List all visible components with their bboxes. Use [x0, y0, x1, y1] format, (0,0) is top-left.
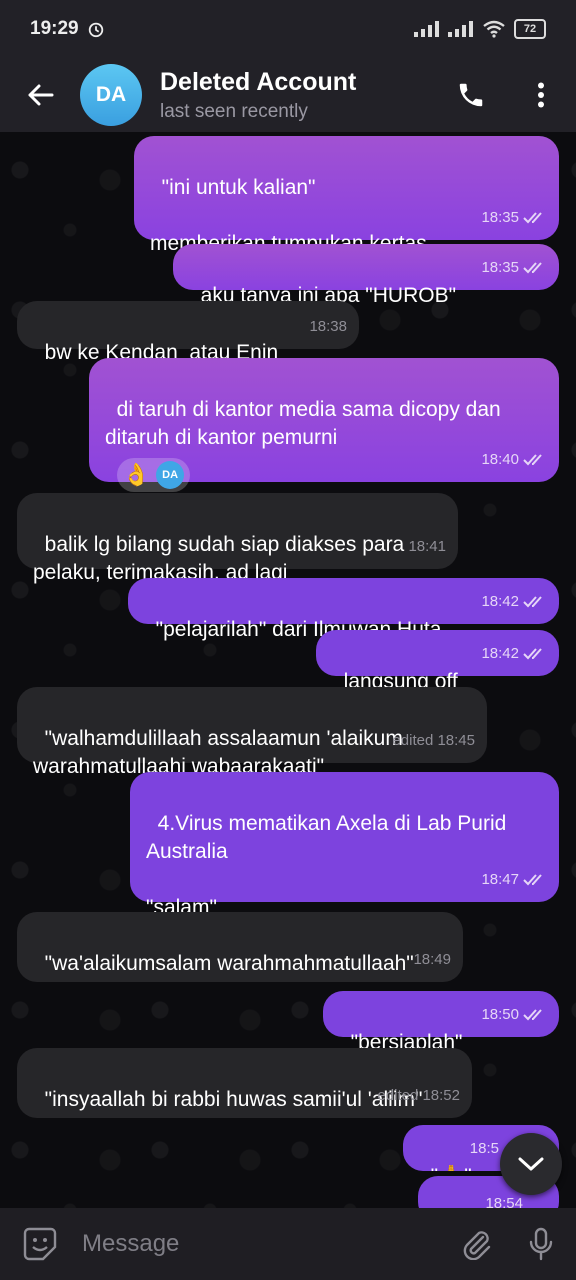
back-arrow-icon	[28, 84, 54, 106]
message-meta: edited 18:52	[377, 1082, 460, 1110]
message-time: edited 18:45	[392, 732, 475, 749]
status-bar: 19:29 72	[0, 0, 576, 58]
message-meta: 18:50	[481, 1001, 547, 1029]
message-time: 18:41	[408, 538, 446, 555]
message-meta: 18:40	[481, 446, 547, 474]
status-icons: 72	[414, 19, 546, 39]
attach-button[interactable]	[446, 1228, 506, 1260]
message-meta: 18:49	[413, 946, 451, 974]
microphone-icon	[529, 1227, 553, 1261]
message-meta: 18:41	[408, 533, 446, 561]
double-check-icon	[523, 874, 542, 886]
message-outgoing[interactable]: "bersiaplah" 18:50	[323, 991, 559, 1054]
reaction-avatar: DA	[156, 461, 185, 489]
message-input[interactable]	[80, 1229, 446, 1259]
message-time: 18:42	[481, 645, 519, 662]
message-text: "🙏"	[431, 1165, 472, 1171]
double-check-icon	[523, 454, 542, 466]
message-outgoing[interactable]: 4.Virus mematikan Axela di Lab Purid Aus…	[130, 772, 559, 919]
message-time: 18:35	[481, 259, 519, 276]
message-meta: 18:35	[481, 254, 547, 282]
message-time: edited 18:52	[377, 1087, 460, 1104]
double-check-icon	[523, 1009, 542, 1021]
message-time: 18:42	[481, 593, 519, 610]
message-text: "wa'alaikumsalam warahmahmatullaah"	[44, 952, 414, 975]
message-meta: 18:42	[481, 640, 547, 668]
message-meta: 18:35	[481, 204, 547, 232]
message-incoming[interactable]: "walhamdulillaah assalaamun 'alaikum war…	[17, 687, 487, 778]
message-outgoing[interactable]: langsung off 18:42	[316, 630, 559, 693]
message-time: 18:50	[481, 1006, 519, 1023]
message-incoming[interactable]: bw ke Kendan atau Enin 18:38	[17, 301, 359, 364]
message-text: di taruh di kantor media sama dicopy dan…	[105, 398, 507, 449]
status-time: 19:29	[30, 18, 79, 39]
reaction-badge[interactable]: 👌 DA	[116, 458, 191, 492]
message-outgoing[interactable]: di taruh di kantor media sama dicopy dan…	[89, 358, 559, 492]
double-check-icon	[523, 648, 542, 660]
scroll-to-bottom-button[interactable]	[500, 1133, 562, 1195]
message-incoming[interactable]: balik lg bilang sudah siap diakses para …	[17, 493, 458, 584]
battery-indicator: 72	[514, 19, 546, 39]
contact-name: Deleted Account	[160, 67, 357, 96]
more-options-button[interactable]	[520, 74, 562, 116]
alarm-icon	[88, 22, 103, 38]
message-text: "insyaallah bi rabbi huwas samii'ul 'ali…	[44, 1088, 423, 1111]
reaction-emoji: 👌	[122, 462, 151, 487]
message-outgoing[interactable]: aku tanya ini apa "HUROB" 18:35	[173, 244, 559, 307]
paperclip-icon	[463, 1231, 491, 1260]
back-button[interactable]	[0, 58, 80, 132]
message-time: 18:40	[481, 451, 519, 468]
signal-icon	[414, 21, 439, 37]
message-incoming[interactable]: "wa'alaikumsalam warahmahmatullaah" 18:4…	[17, 912, 463, 982]
message-outgoing[interactable]: "ini untuk kalian" memberikan tumpukan k…	[134, 136, 559, 255]
double-check-icon	[523, 596, 542, 608]
wifi-icon	[483, 20, 505, 38]
message-time: 18:47	[481, 871, 519, 888]
phone-icon	[459, 83, 483, 107]
voice-record-button[interactable]	[506, 1227, 576, 1261]
message-meta: 18:5	[470, 1135, 499, 1163]
sticker-emoji-icon	[23, 1227, 57, 1261]
chat-header: DA Deleted Account last seen recently	[0, 58, 576, 132]
message-meta: 18:47	[481, 866, 547, 894]
more-vertical-icon	[538, 82, 544, 108]
message-time: 18:35	[481, 209, 519, 226]
chevron-down-icon	[518, 1157, 544, 1171]
contact-status: last seen recently	[160, 100, 308, 122]
message-input-bar	[0, 1208, 576, 1280]
message-outgoing[interactable]: "pelajarilah" dari Ilmuwan Huta 18:42	[128, 578, 559, 641]
double-check-icon	[523, 262, 542, 274]
double-check-icon	[523, 212, 542, 224]
message-meta: 18:38	[309, 313, 347, 341]
message-meta: edited 18:45	[392, 727, 475, 755]
contact-info[interactable]: Deleted Account last seen recently	[160, 68, 356, 123]
message-time: 18:49	[413, 951, 451, 968]
signal-icon-2	[448, 21, 473, 37]
call-button[interactable]	[450, 74, 492, 116]
message-meta: 18:42	[481, 588, 547, 616]
message-time: 18:38	[309, 318, 347, 335]
emoji-button[interactable]	[0, 1227, 80, 1261]
avatar[interactable]: DA	[80, 64, 142, 126]
message-time: 18:5	[469, 1140, 499, 1157]
message-incoming[interactable]: "insyaallah bi rabbi huwas samii'ul 'ali…	[17, 1048, 472, 1118]
